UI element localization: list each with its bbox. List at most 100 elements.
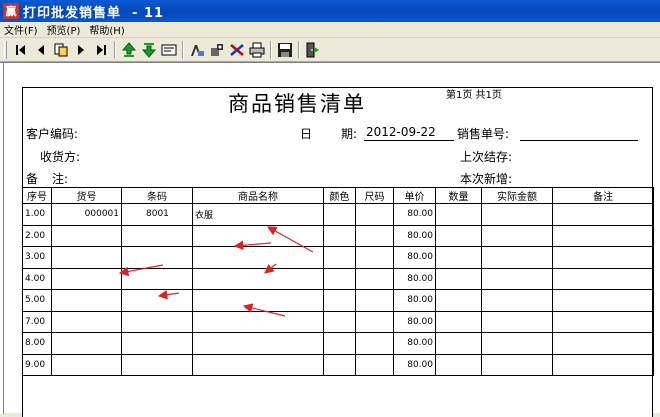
cell-price: 80.00 [393, 267, 436, 290]
last-page-icon[interactable] [91, 40, 111, 60]
cell-name [192, 246, 324, 269]
cell-item-no [51, 246, 122, 269]
customer-code-label: 客户编码: [26, 127, 79, 141]
page-setup-icon[interactable] [159, 40, 179, 60]
cell-price: 80.00 [393, 289, 436, 312]
items-table: 序号 货号 条码 商品名称 颜色 尺码 单价 数量 实际金额 备注 1.00 00… [22, 187, 654, 376]
cell-color [323, 289, 356, 312]
cell-color [323, 246, 356, 269]
toolbar-separator [298, 40, 300, 59]
zoom-out-icon[interactable] [139, 40, 159, 60]
document-title: 商品销售清单 [228, 92, 366, 116]
menu-help[interactable]: 帮助(H) [85, 22, 129, 37]
cell-size [355, 353, 394, 376]
table-row: 1.00 000001 8001 衣服 80.00 [22, 203, 654, 226]
cell-barcode [121, 353, 193, 376]
prev-page-icon[interactable] [31, 40, 51, 60]
cell-seq: 9.00 [22, 353, 52, 376]
cell-size [355, 289, 394, 312]
cell-price: 80.00 [393, 246, 436, 269]
title-bar: 贏 打印批发销售单 - 11 [0, 0, 660, 22]
save-icon[interactable] [275, 40, 295, 60]
date-label-part1: 日 [300, 127, 313, 141]
cell-size [355, 246, 394, 269]
cell-name [192, 353, 324, 376]
toolbar-grip[interactable] [4, 40, 7, 59]
first-page-icon[interactable] [11, 40, 31, 60]
table-row: 7.00 80.00 [22, 310, 654, 333]
cell-color [323, 203, 356, 226]
cell-barcode [121, 332, 193, 355]
order-number-underline [520, 140, 638, 141]
app-icon: 贏 [3, 3, 19, 19]
cell-remark [552, 203, 654, 226]
cell-item-no [51, 353, 122, 376]
cell-remark [552, 289, 654, 312]
cell-amount [481, 353, 553, 376]
cell-quantity [435, 267, 482, 290]
toolbar [0, 38, 660, 62]
cell-amount [481, 203, 553, 226]
cell-barcode [121, 310, 193, 333]
column-header: 数量 [435, 187, 482, 204]
text-format-icon[interactable] [187, 40, 207, 60]
cell-item-no [51, 289, 122, 312]
toolbar-separator [114, 40, 116, 59]
cell-remark [552, 224, 654, 247]
cell-size [355, 332, 394, 355]
cell-barcode [121, 289, 193, 312]
cell-item-no [51, 332, 122, 355]
go-to-page-icon[interactable] [51, 40, 71, 60]
column-header: 商品名称 [192, 187, 324, 204]
table-row: 3.00 80.00 [22, 246, 654, 269]
order-number-label: 销售单号: [457, 127, 510, 141]
table-row: 9.00 80.00 [22, 353, 654, 376]
exit-icon[interactable] [303, 40, 323, 60]
preview-left-edge [0, 63, 4, 414]
cell-name: 衣服 [192, 203, 324, 226]
settings-icon[interactable] [207, 40, 227, 60]
table-header-row: 序号 货号 条码 商品名称 颜色 尺码 单价 数量 实际金额 备注 [22, 187, 654, 204]
cell-color [323, 267, 356, 290]
new-added-label: 本次新增: [460, 172, 513, 186]
cell-color [323, 353, 356, 376]
cell-name [192, 332, 324, 355]
cell-remark [552, 246, 654, 269]
cell-seq: 7.00 [22, 310, 52, 333]
print-icon[interactable] [247, 40, 267, 60]
menu-bar: 文件(F) 预览(P) 帮助(H) [0, 22, 660, 38]
menu-preview[interactable]: 预览(P) [43, 22, 86, 37]
cell-amount [481, 310, 553, 333]
column-header: 条码 [121, 187, 193, 204]
cell-seq: 8.00 [22, 332, 52, 355]
next-page-icon[interactable] [71, 40, 91, 60]
zoom-in-icon[interactable] [119, 40, 139, 60]
date-label-part2: 期: [341, 127, 358, 141]
cell-quantity [435, 203, 482, 226]
cell-size [355, 203, 394, 226]
export-icon[interactable] [227, 40, 247, 60]
cell-item-no [51, 224, 122, 247]
column-header: 备注 [552, 187, 654, 204]
cell-name [192, 310, 324, 333]
cell-seq: 1.00 [22, 203, 52, 226]
cell-price: 80.00 [393, 310, 436, 333]
cell-quantity [435, 353, 482, 376]
last-balance-label: 上次结存: [460, 150, 513, 164]
cell-color [323, 224, 356, 247]
table-row: 8.00 80.00 [22, 332, 654, 355]
cell-quantity [435, 332, 482, 355]
cell-price: 80.00 [393, 203, 436, 226]
menu-file[interactable]: 文件(F) [0, 22, 43, 37]
cell-remark [552, 353, 654, 376]
cell-quantity [435, 289, 482, 312]
cell-seq: 3.00 [22, 246, 52, 269]
cell-barcode [121, 246, 193, 269]
cell-color [323, 332, 356, 355]
cell-remark [552, 310, 654, 333]
cell-name [192, 289, 324, 312]
window-title: 打印批发销售单 - 11 [23, 5, 165, 21]
column-header: 实际金额 [481, 187, 553, 204]
column-header: 尺码 [355, 187, 394, 204]
cell-quantity [435, 246, 482, 269]
